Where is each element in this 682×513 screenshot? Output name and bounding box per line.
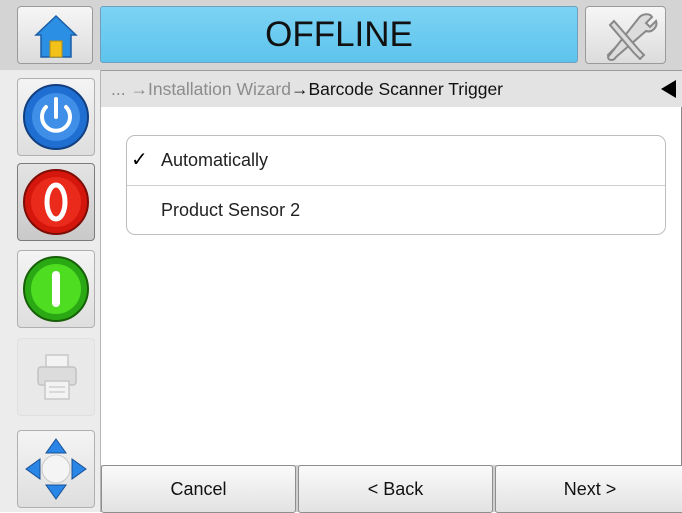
wizard-footer: Cancel < Back Next > <box>101 465 682 513</box>
back-button[interactable]: < Back <box>298 465 493 513</box>
top-bar: OFFLINE <box>0 0 682 71</box>
next-button[interactable]: Next > <box>495 465 682 513</box>
breadcrumb-current: Barcode Scanner Trigger <box>308 79 504 99</box>
navigation-arrows-icon <box>25 438 87 500</box>
breadcrumb-arrow-icon: → <box>130 79 148 99</box>
tools-button[interactable] <box>585 6 666 64</box>
start-button[interactable] <box>17 250 95 328</box>
start-icon <box>23 256 89 322</box>
breadcrumb-parent-link[interactable]: Installation Wizard <box>148 79 291 99</box>
power-button[interactable] <box>17 78 95 156</box>
tools-icon <box>606 13 658 61</box>
machine-status: OFFLINE <box>100 6 578 63</box>
back-arrow-icon[interactable] <box>661 80 676 98</box>
option-label: Automatically <box>161 150 269 170</box>
checkmark-icon: ✓ <box>131 149 148 171</box>
side-bar <box>0 70 101 512</box>
stop-button[interactable] <box>17 163 95 241</box>
navigate-button[interactable] <box>17 430 95 508</box>
print-button[interactable] <box>17 338 95 416</box>
breadcrumb-trail: ... →Installation Wizard→Barcode Scanner… <box>111 71 503 107</box>
home-button[interactable] <box>17 6 93 64</box>
option-label: Product Sensor 2 <box>161 200 301 220</box>
stop-icon <box>23 169 89 235</box>
option-automatically[interactable]: ✓ Automatically <box>127 136 665 186</box>
trigger-option-list: ✓ Automatically Product Sensor 2 <box>126 135 666 235</box>
printer-icon <box>37 354 77 400</box>
breadcrumb: ... →Installation Wizard→Barcode Scanner… <box>101 71 682 107</box>
breadcrumb-ellipsis[interactable]: ... <box>111 79 126 99</box>
power-icon <box>23 84 89 150</box>
home-icon <box>34 14 78 58</box>
breadcrumb-arrow-icon: → <box>290 79 309 99</box>
cancel-button[interactable]: Cancel <box>101 465 296 513</box>
option-product-sensor-2[interactable]: Product Sensor 2 <box>127 186 665 235</box>
